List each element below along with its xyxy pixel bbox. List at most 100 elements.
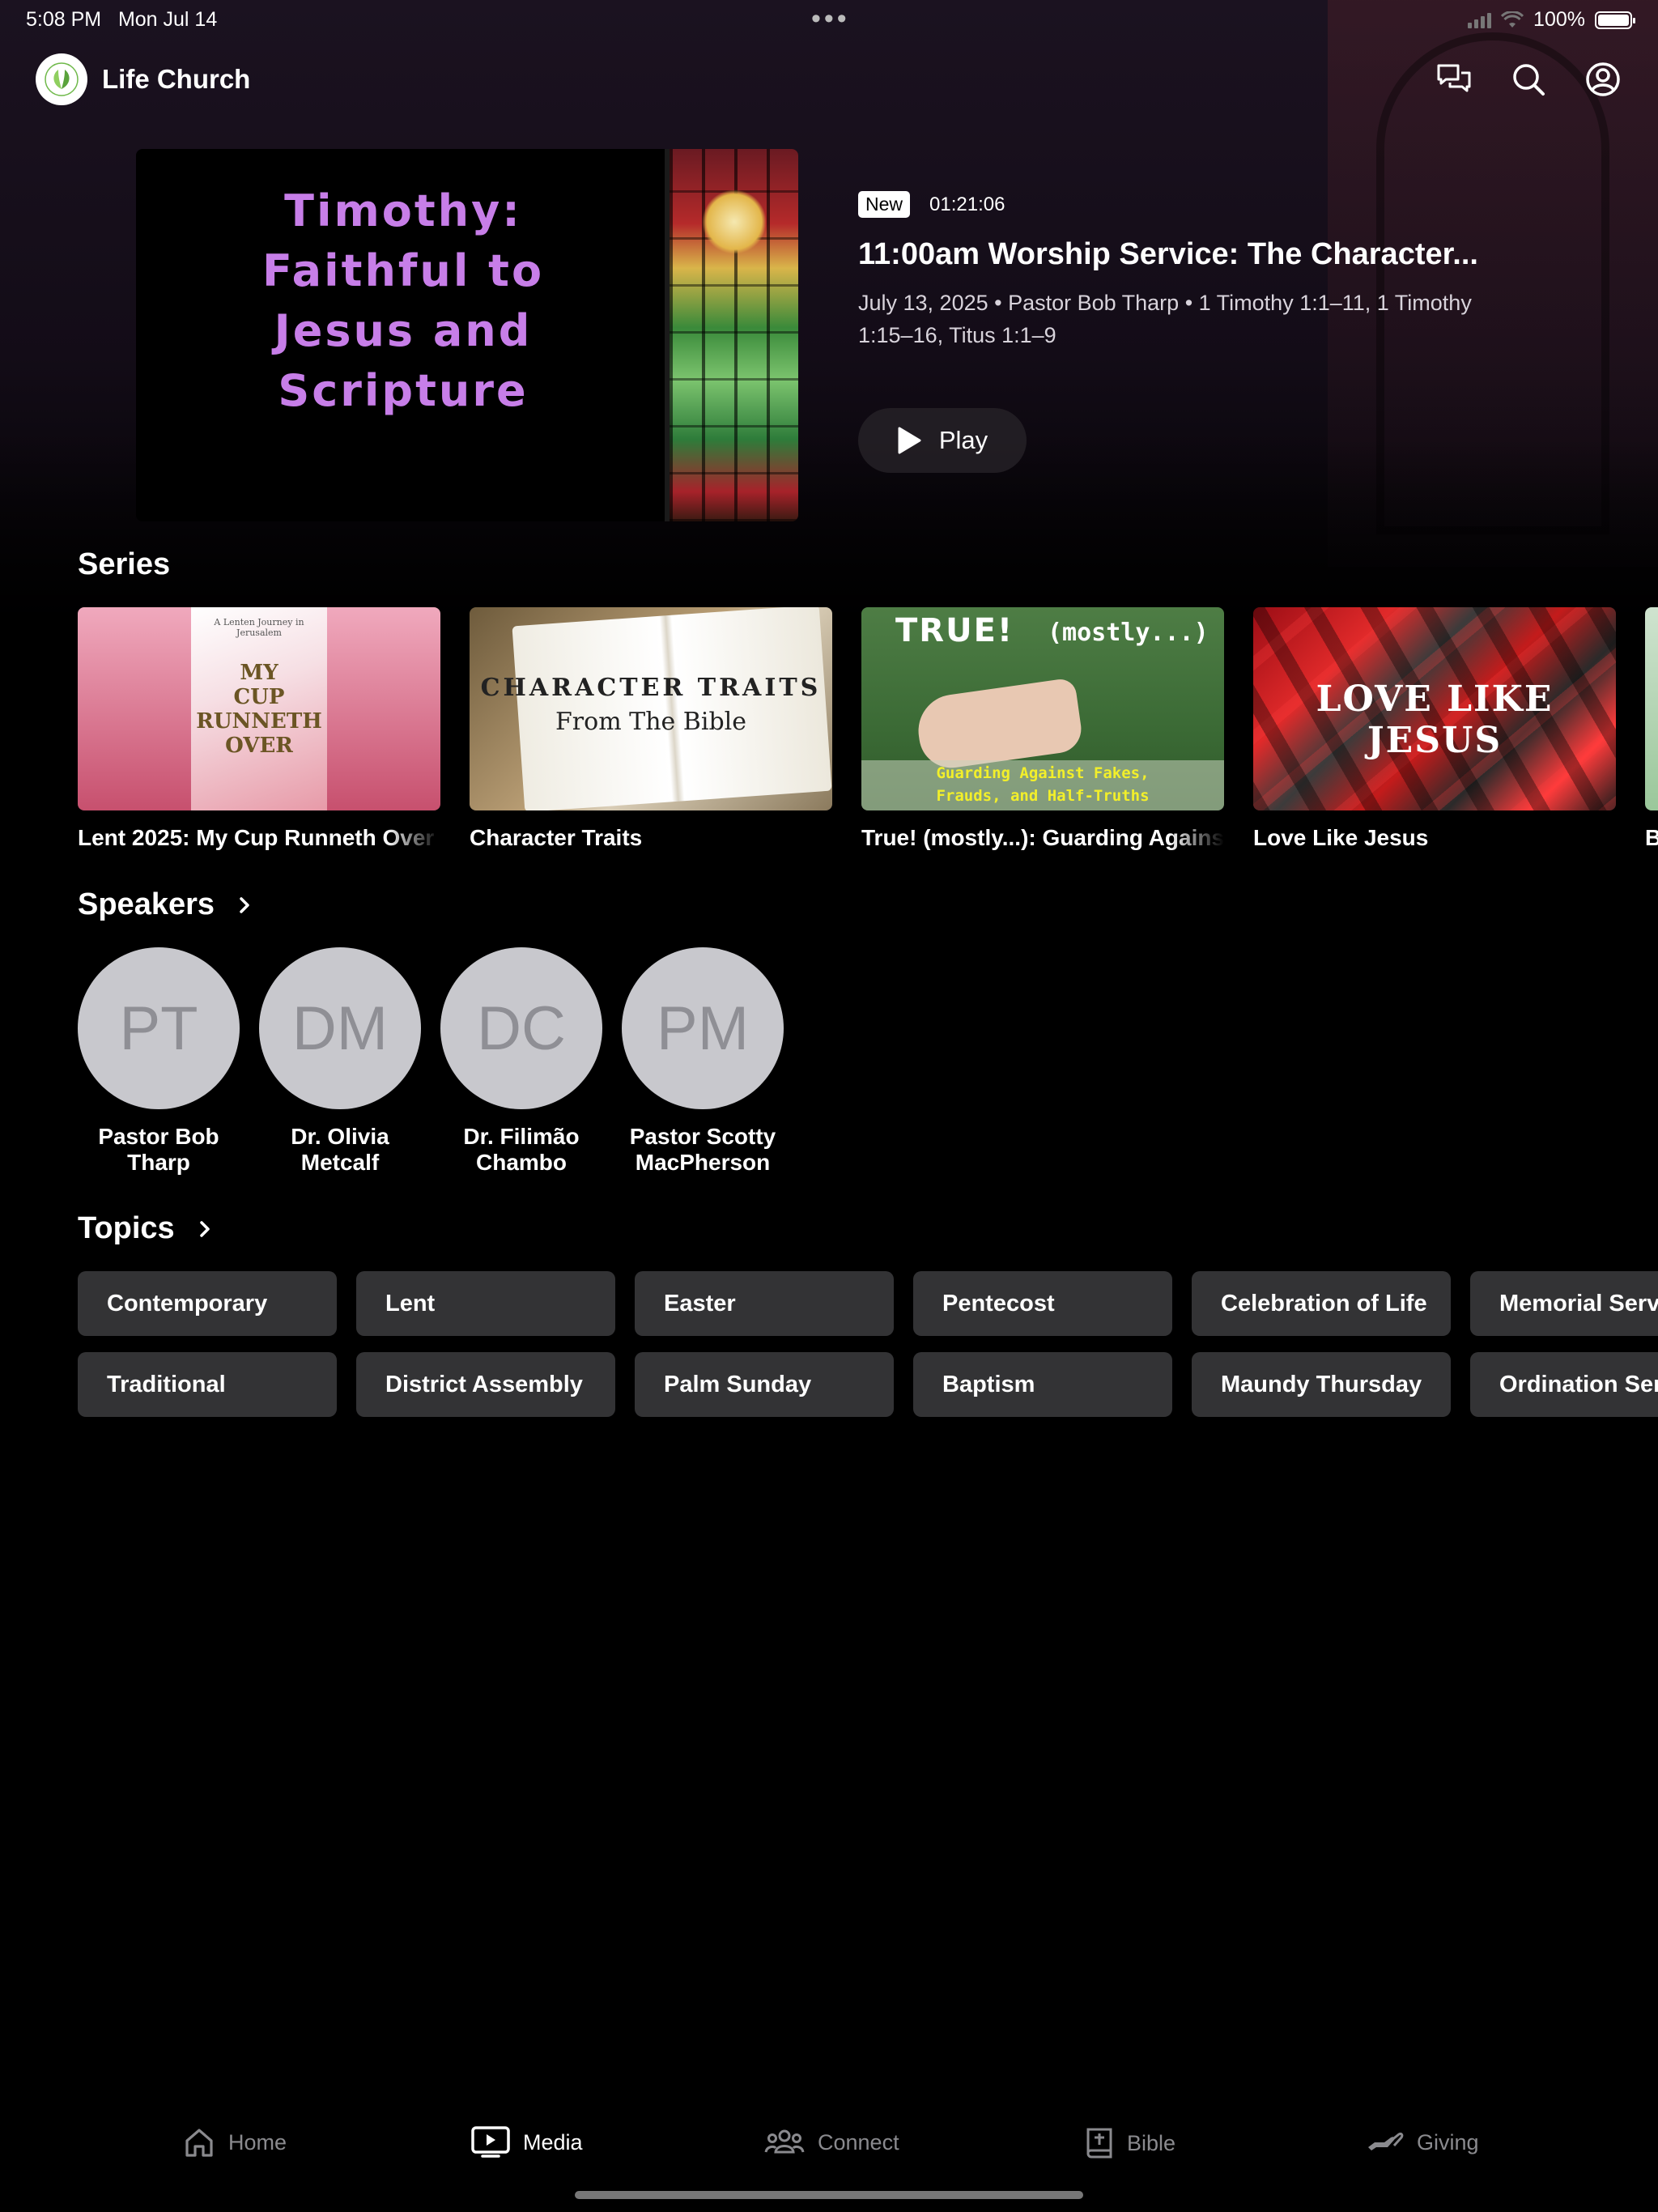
art-line: (mostly...) xyxy=(1048,619,1209,647)
topic-chip[interactable]: District Assembly xyxy=(356,1352,615,1417)
topics-heading[interactable]: Topics xyxy=(78,1211,214,1246)
duration: 01:21:06 xyxy=(929,193,1005,215)
series-title: B xyxy=(1645,825,1658,850)
art-line: MY xyxy=(240,661,278,685)
featured-sermon-meta: July 13, 2025 • Pastor Bob Tharp • 1 Tim… xyxy=(858,291,1472,347)
wifi-icon xyxy=(1501,11,1524,28)
status-bar: 5:08 PM Mon Jul 14 ••• 100% xyxy=(0,0,1658,37)
topic-chip[interactable]: Ordination Service xyxy=(1470,1352,1658,1417)
tab-connect[interactable]: Connect xyxy=(764,2126,899,2159)
search-icon[interactable] xyxy=(1509,60,1548,99)
topic-chip[interactable]: Lent xyxy=(356,1271,615,1336)
art-caption: Guarding Against Fakes, Frauds, and Half… xyxy=(861,762,1224,807)
speaker-name: Pastor Bob Tharp xyxy=(98,1124,219,1175)
series-title: True! (mostly...): Guarding Against Fake… xyxy=(861,825,1224,850)
home-indicator[interactable] xyxy=(575,2191,1083,2199)
series-artwork: A Lenten Journey in Jerusalem MY CUP RUN… xyxy=(78,607,440,810)
battery-icon xyxy=(1595,11,1635,29)
tab-label: Media xyxy=(523,2129,583,2155)
status-right: 100% xyxy=(1468,8,1635,32)
series-card[interactable]: B xyxy=(1645,607,1658,851)
thumb-line: Scripture xyxy=(278,365,529,416)
topics-heading-text: Topics xyxy=(78,1211,175,1245)
speaker-name: Dr. Olivia Metcalf xyxy=(291,1124,389,1175)
chat-icon[interactable] xyxy=(1435,60,1473,99)
avatar: DC xyxy=(440,947,602,1109)
multitasking-dots-icon[interactable]: ••• xyxy=(811,3,850,35)
topic-chip[interactable]: Celebration of Life xyxy=(1192,1271,1451,1336)
topic-chip[interactable]: Palm Sunday xyxy=(635,1352,894,1417)
stained-glass-image xyxy=(665,149,798,521)
series-title: Character Traits xyxy=(470,825,643,850)
series-card[interactable]: TRUE! (mostly...) Guarding Against Fakes… xyxy=(861,607,1224,851)
art-line: From The Bible xyxy=(555,708,746,736)
brand[interactable]: Life Church xyxy=(36,53,1622,105)
topic-chip[interactable]: Easter xyxy=(635,1271,894,1336)
art-line: OVER xyxy=(225,734,293,758)
speaker-item[interactable]: DC Dr. Filimão Chambo xyxy=(440,947,602,1176)
avatar: PM xyxy=(622,947,784,1109)
app-name: Life Church xyxy=(102,64,251,94)
series-card[interactable]: CHARACTER TRAITS From The Bible Characte… xyxy=(470,607,832,851)
tab-label: Home xyxy=(228,2129,287,2155)
church-logo-leaf-icon xyxy=(36,53,87,105)
hero-badges: New 01:21:06 xyxy=(858,191,1587,218)
top-header: Life Church xyxy=(36,53,1622,107)
avatar: DM xyxy=(259,947,421,1109)
art-line: RUNNETH xyxy=(196,709,322,734)
book-plus-icon xyxy=(1086,2128,1112,2159)
speakers-heading-text: Speakers xyxy=(78,887,215,921)
speaker-item[interactable]: PT Pastor Bob Tharp xyxy=(78,947,240,1176)
tab-media[interactable]: Media xyxy=(471,2126,583,2159)
tab-bible[interactable]: Bible xyxy=(1085,2126,1175,2160)
speaker-item[interactable]: DM Dr. Olivia Metcalf xyxy=(259,947,421,1176)
topic-chip[interactable]: Contemporary xyxy=(78,1271,337,1336)
series-card[interactable]: LOVE LIKE JESUS Love Like Jesus xyxy=(1253,607,1616,851)
series-card[interactable]: A Lenten Journey in Jerusalem MY CUP RUN… xyxy=(78,607,440,851)
topic-chip[interactable]: Baptism xyxy=(913,1352,1172,1417)
speakers-heading[interactable]: Speakers xyxy=(78,887,253,922)
art-line: Guarding Against Fakes, xyxy=(936,764,1150,782)
series-artwork: CHARACTER TRAITS From The Bible xyxy=(470,607,832,810)
art-title: MY CUP RUNNETH OVER xyxy=(191,661,327,758)
art-line: LOVE LIKE JESUS xyxy=(1316,678,1554,761)
house-icon xyxy=(185,2129,213,2157)
art-line: CHARACTER TRAITS xyxy=(480,674,822,702)
art-line: TRUE! xyxy=(895,612,1014,649)
topic-chip[interactable]: Maundy Thursday xyxy=(1192,1352,1451,1417)
art-line: CUP xyxy=(233,685,285,709)
series-carousel[interactable]: A Lenten Journey in Jerusalem MY CUP RUN… xyxy=(78,607,1658,858)
speaker-item[interactable]: PM Pastor Scotty MacPherson xyxy=(622,947,784,1176)
featured-sermon-thumbnail[interactable]: Timothy: Faithful to Jesus and Scripture xyxy=(136,149,798,521)
tv-play-icon xyxy=(471,2126,510,2158)
new-badge: New xyxy=(858,191,911,218)
cellular-signal-icon xyxy=(1468,12,1492,28)
series-title: Love Like Jesus xyxy=(1253,825,1429,850)
topic-chip[interactable]: Memorial Service xyxy=(1470,1271,1658,1336)
speakers-list: PT Pastor Bob Tharp DM Dr. Olivia Metcal… xyxy=(78,947,784,1176)
account-icon[interactable] xyxy=(1584,60,1622,99)
tab-label: Bible xyxy=(1127,2130,1176,2155)
speaker-name: Dr. Filimão Chambo xyxy=(463,1124,580,1175)
tab-label: Connect xyxy=(818,2129,899,2155)
art-line: Frauds, and Half-Truths xyxy=(936,787,1150,805)
thumb-line: Timothy: xyxy=(284,185,522,236)
avatar: PT xyxy=(78,947,240,1109)
thumb-line: Faithful to xyxy=(261,245,545,296)
status-time: 5:08 PM Mon Jul 14 xyxy=(26,8,217,32)
header-actions xyxy=(1435,60,1622,99)
people-icon xyxy=(764,2129,805,2154)
topics-grid[interactable]: Contemporary Lent Easter Pentecost Celeb… xyxy=(78,1271,1658,1417)
series-heading: Series xyxy=(78,547,170,582)
topic-chip[interactable]: Traditional xyxy=(78,1352,337,1417)
tab-home[interactable]: Home xyxy=(183,2126,287,2159)
featured-sermon-title[interactable]: 11:00am Worship Service: The Character..… xyxy=(858,237,1587,272)
series-artwork: LOVE LIKE JESUS xyxy=(1253,607,1616,810)
tab-label: Giving xyxy=(1417,2129,1479,2155)
topic-chip[interactable]: Pentecost xyxy=(913,1271,1172,1336)
chevron-right-icon xyxy=(240,896,249,913)
play-button[interactable]: Play xyxy=(858,408,1027,473)
tab-giving[interactable]: Giving xyxy=(1367,2126,1479,2159)
battery-percent: 100% xyxy=(1533,8,1585,31)
art-subtitle: A Lenten Journey in Jerusalem xyxy=(214,617,304,638)
